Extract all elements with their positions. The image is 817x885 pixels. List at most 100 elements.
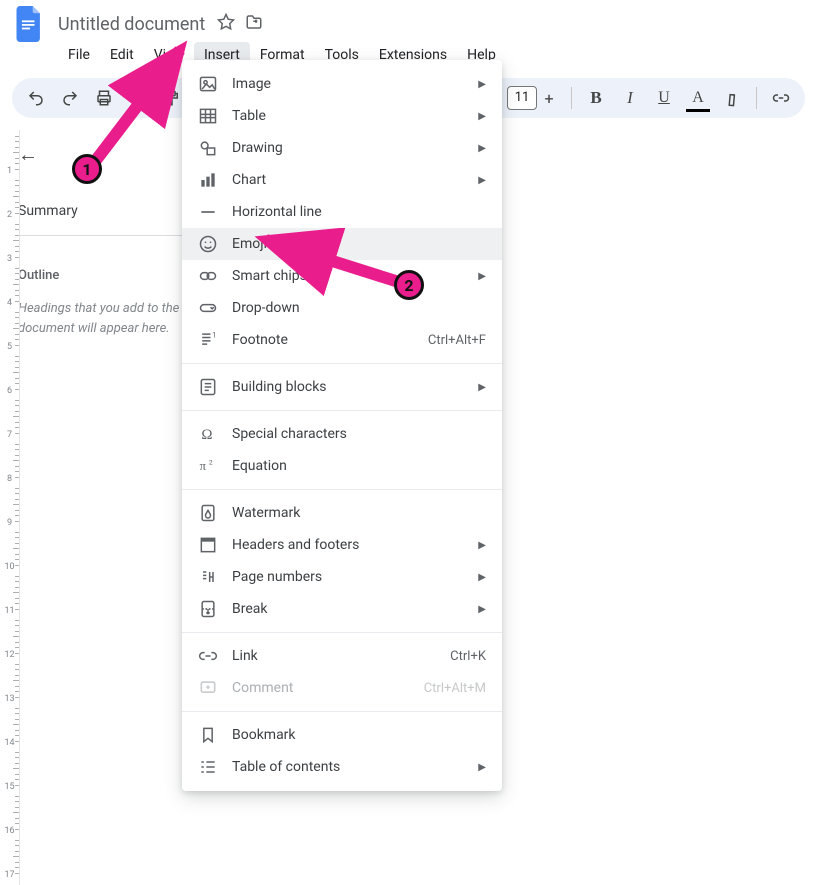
submenu-arrow-icon: ▶ [478,111,486,122]
insert-menu-emoji[interactable]: Emoji [182,228,502,260]
menu-edit[interactable]: Edit [100,42,144,68]
menu-item-label: Page numbers [232,569,478,585]
insert-menu-chart[interactable]: Chart▶ [182,164,502,196]
svg-text:1: 1 [212,331,216,340]
watermark-icon [198,503,218,523]
insert-menu-break[interactable]: Break▶ [182,593,502,625]
svg-text:π: π [200,459,207,473]
insert-menu-headers-and-footers[interactable]: Headers and footers▶ [182,529,502,561]
menu-item-label: Drawing [232,140,478,156]
menu-item-label: Break [232,601,478,617]
menu-file[interactable]: File [58,42,100,68]
submenu-arrow-icon: ▶ [478,382,486,393]
highlight-button[interactable] [718,84,746,112]
pi-icon: π2 [198,456,218,476]
back-arrow-icon[interactable]: ← [18,142,196,167]
menu-shortcut: Ctrl+Alt+M [424,681,486,696]
menu-item-label: Table [232,108,478,124]
menu-item-label: Table of contents [232,759,478,775]
menu-divider [182,711,502,712]
bold-button[interactable]: B [586,88,606,108]
annotation-badge-1: 1 [72,154,102,184]
insert-menu-horizontal-line[interactable]: Horizontal line [182,196,502,228]
submenu-arrow-icon: ▶ [478,143,486,154]
menu-item-label: Link [232,648,450,664]
star-icon[interactable] [217,13,235,35]
redo-button[interactable] [60,88,80,108]
headers-icon [198,535,218,555]
insert-menu-link[interactable]: LinkCtrl+K [182,640,502,672]
menu-item-label: Bookmark [232,727,486,743]
menu-item-label: Smart chips [232,268,478,284]
insert-menu-drawing[interactable]: Drawing▶ [182,132,502,164]
comment-icon [198,678,218,698]
insert-menu-table-of-contents[interactable]: Table of contents▶ [182,751,502,783]
emoji-icon [198,234,218,254]
blocks-icon [198,377,218,397]
toc-icon [198,757,218,777]
drawing-icon [198,138,218,158]
summary-heading: Summary [18,203,196,219]
insert-menu-smart-chips[interactable]: Smart chips▶ [182,260,502,292]
submenu-arrow-icon: ▶ [478,762,486,773]
docs-logo-icon[interactable] [12,6,48,42]
move-icon[interactable] [245,13,263,35]
annotation-badge-2: 2 [394,270,424,300]
title-bar: Untitled document [0,0,817,40]
insert-menu-comment: CommentCtrl+Alt+M [182,672,502,704]
submenu-arrow-icon: ▶ [478,271,486,282]
table-icon [198,106,218,126]
insert-menu-bookmark[interactable]: Bookmark [182,719,502,751]
insert-menu-equation[interactable]: π2 Equation [182,450,502,482]
insert-menu-footnote[interactable]: 1 FootnoteCtrl+Alt+F [182,324,502,356]
insert-menu-watermark[interactable]: Watermark [182,497,502,529]
dropdown-icon [198,298,218,318]
break-icon [198,599,218,619]
underline-button[interactable]: U [654,88,674,108]
image-icon [198,74,218,94]
spellcheck-button[interactable] [128,88,148,108]
omega-icon: Ω [198,424,218,444]
separator [756,87,757,109]
font-size-increase[interactable]: + [541,89,557,108]
print-button[interactable] [94,88,114,108]
insert-menu-special-characters[interactable]: Ω Special characters [182,418,502,450]
menu-divider [182,489,502,490]
submenu-arrow-icon: ▶ [478,604,486,615]
insert-menu-image[interactable]: Image▶ [182,68,502,100]
menu-divider [182,632,502,633]
menu-item-label: Horizontal line [232,204,486,220]
menu-divider [182,410,502,411]
bookmark-icon [198,725,218,745]
undo-button[interactable] [26,88,46,108]
document-title[interactable]: Untitled document [58,14,205,35]
submenu-arrow-icon: ▶ [478,175,486,186]
divider [18,235,196,236]
text-color-button[interactable]: A [688,88,708,108]
menu-shortcut: Ctrl+K [450,649,486,664]
submenu-arrow-icon: ▶ [478,572,486,583]
menu-item-label: Building blocks [232,379,478,395]
hr-icon [198,202,218,222]
menu-item-label: Special characters [232,426,486,442]
link-icon [198,646,218,666]
insert-menu-page-numbers[interactable]: Page numbers▶ [182,561,502,593]
menu-item-label: Equation [232,458,486,474]
vertical-ruler: 1234567891011121314151617 [0,130,20,885]
menu-item-label: Emoji [232,236,486,252]
paint-format-button[interactable] [162,88,182,108]
menu-shortcut: Ctrl+Alt+F [428,333,486,348]
insert-link-button[interactable] [771,88,791,108]
menu-item-label: Drop-down [232,300,486,316]
insert-menu-building-blocks[interactable]: Building blocks▶ [182,371,502,403]
outline-heading: Outline [18,268,196,283]
insert-menu-table[interactable]: Table▶ [182,100,502,132]
insert-menu-drop-down[interactable]: Drop-down [182,292,502,324]
italic-button[interactable]: I [620,88,640,108]
svg-text:Ω: Ω [201,427,212,443]
outline-sidebar: ← Summary Outline Headings that you add … [0,128,210,338]
menu-item-label: Footnote [232,332,428,348]
font-size-input[interactable]: 11 [507,86,537,110]
submenu-arrow-icon: ▶ [478,79,486,90]
svg-text:2: 2 [209,458,213,466]
